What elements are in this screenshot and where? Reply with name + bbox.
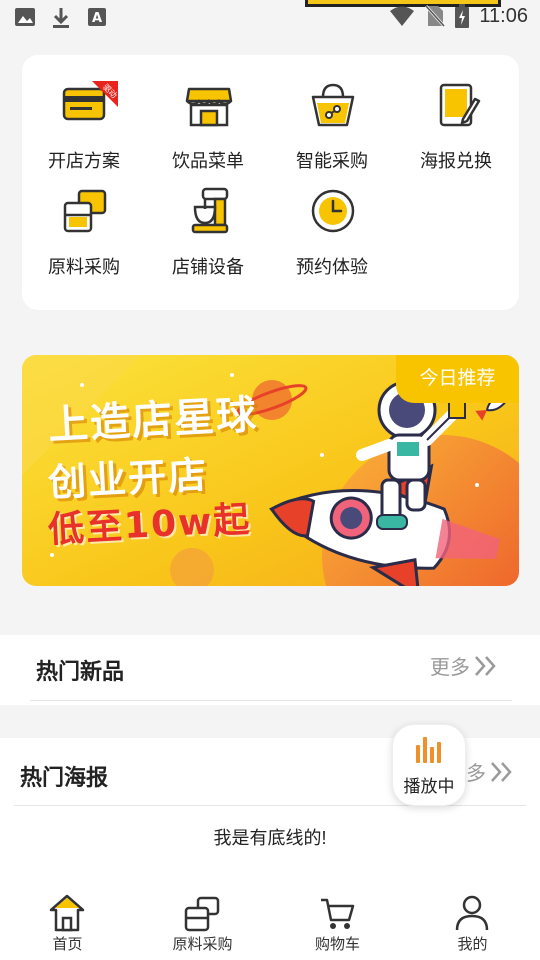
divider [30, 700, 512, 701]
menu-item-store-plan[interactable]: 驱动 开店方案 [22, 55, 146, 171]
menu-item-label: 原料采购 [48, 257, 120, 277]
double-chevron-right-icon [491, 761, 512, 782]
tab-label: 购物车 [314, 936, 360, 953]
profile-icon [455, 895, 489, 931]
tab-profile[interactable]: 我的 [405, 888, 540, 960]
double-chevron-right-icon [475, 655, 496, 676]
tab-home[interactable]: 首页 [0, 888, 135, 960]
clock-time: 11:06 [479, 4, 528, 27]
store-plan-icon: 驱动 [62, 81, 119, 121]
today-recommend-badge: 今日推荐 [396, 355, 519, 403]
svg-text:A: A [92, 11, 102, 26]
clock-icon [311, 189, 355, 233]
banner-price-line: 低至10w起 [47, 499, 253, 551]
bottom-tab-bar: 首页 原料采购 购物车 我的 [0, 888, 540, 960]
menu-item-smart-purchase[interactable]: 智能采购 [270, 55, 394, 171]
menu-item-store-equipment[interactable]: 店铺设备 [146, 161, 270, 277]
quick-menu-card: 驱动 开店方案 饮品菜单 智能采购 海报兑换 原料采购 店铺设备 预约体验 [22, 55, 519, 310]
end-of-list-text: 我是有底线的! [213, 828, 327, 848]
menu-item-poster-exchange[interactable]: 海报兑换 [394, 55, 518, 171]
mixer-icon [191, 187, 229, 234]
menu-item-label: 店铺设备 [172, 257, 244, 277]
menu-item-book-experience[interactable]: 预约体验 [270, 161, 394, 277]
menu-item-raw-materials[interactable]: 原料采购 [22, 161, 146, 277]
home-icon [49, 894, 85, 932]
cart-icon [321, 898, 355, 929]
poster-edit-icon [439, 83, 481, 127]
section-title: 热门海报 [20, 766, 109, 791]
materials-icon [184, 896, 220, 932]
battery-charging-icon [455, 4, 470, 28]
now-playing-button[interactable]: 播放中 [392, 724, 466, 806]
wifi-icon [390, 6, 415, 26]
more-link[interactable]: 更多 [430, 651, 499, 680]
menu-item-label: 海报兑换 [420, 151, 492, 171]
section-title: 热门新品 [36, 660, 125, 685]
materials-icon [63, 189, 107, 233]
tab-label: 原料采购 [172, 936, 233, 953]
font-icon: A [88, 8, 106, 26]
download-icon [53, 8, 69, 28]
more-label: 更多 [430, 655, 470, 679]
shopping-bag-icon [311, 83, 355, 127]
menu-item-label: 预约体验 [296, 257, 368, 277]
hot-new-section: 热门新品 更多 [0, 635, 540, 705]
storefront-icon [185, 87, 233, 127]
no-sim-icon [425, 4, 446, 28]
image-icon [15, 8, 35, 26]
promo-banner[interactable]: 上造店星球 创业开店 低至10w起 今日推荐 [22, 355, 519, 586]
banner-headline: 上造店星球 [47, 392, 260, 449]
tab-raw-materials[interactable]: 原料采购 [135, 888, 270, 960]
now-playing-label: 播放中 [403, 777, 455, 796]
audio-bars-icon [416, 737, 441, 763]
tab-label: 首页 [52, 936, 83, 953]
tab-label: 我的 [457, 936, 488, 953]
tab-cart[interactable]: 购物车 [270, 888, 405, 960]
menu-item-drink-menu[interactable]: 饮品菜单 [146, 55, 270, 171]
status-bar: A 11:06 [0, 0, 540, 34]
